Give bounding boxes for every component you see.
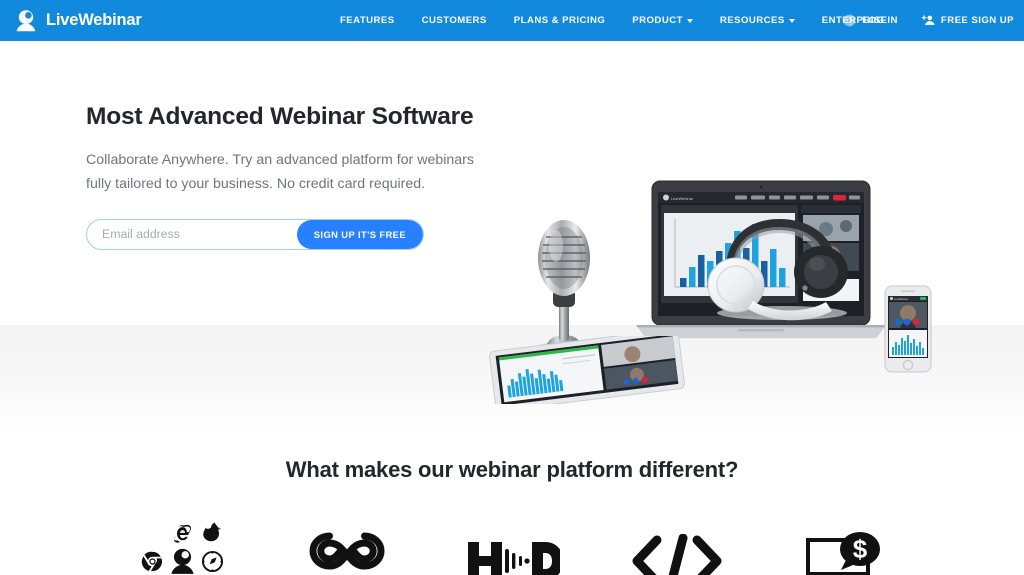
user-add-icon <box>921 15 935 25</box>
hero-product-illustration: LiveWebinar LiveWebinar <box>470 41 1024 433</box>
livewebinar-icon <box>171 548 194 574</box>
browsers-cluster-icon <box>137 519 227 575</box>
feature-unlimited-everything[interactable] <box>265 511 430 575</box>
hero-section: Most Advanced Webinar Software Collabora… <box>0 41 1024 433</box>
smartphone-with-webinar-app-image: LiveWebinar <box>884 285 932 373</box>
feature-monetization[interactable]: $ <box>759 511 924 575</box>
hd-audio-video-icon <box>467 542 560 575</box>
safari-icon <box>201 550 223 572</box>
infinity-group <box>302 530 392 575</box>
signup-submit-button[interactable]: SIGN UP IT'S FREE <box>296 219 423 249</box>
feature-hd-quality[interactable] <box>430 511 595 575</box>
main-navigation: FEATURES CUSTOMERS PLANS & PRICING PRODU… <box>340 0 915 41</box>
nav-item-customers[interactable]: CUSTOMERS <box>422 15 487 26</box>
brand-logo[interactable]: LiveWebinar <box>13 8 142 34</box>
features-title: What makes our webinar platform differen… <box>285 457 739 482</box>
nav-label: FEATURES <box>340 15 395 26</box>
svg-text:LiveWebinar: LiveWebinar <box>894 297 909 301</box>
feature-icon-row: $ <box>0 511 1024 575</box>
fingerprint-icon <box>843 14 856 27</box>
site-header: LiveWebinar FEATURES CUSTOMERS PLANS & P… <box>0 0 1024 41</box>
internet-explorer-icon <box>173 524 191 543</box>
chevron-down-icon <box>788 19 795 23</box>
livewebinar-logo-icon <box>13 8 39 34</box>
nav-label: PRODUCT <box>632 15 683 26</box>
free-signup-button[interactable]: FREE SIGN UP <box>920 14 1014 27</box>
tablet-with-analytics-image <box>484 336 689 404</box>
nav-item-features[interactable]: FEATURES <box>340 15 395 26</box>
infinity-icon <box>309 532 385 570</box>
hero-subtitle: Collaborate Anywhere. Try an advanced pl… <box>86 152 474 192</box>
feature-developer-api[interactable] <box>594 511 759 575</box>
hero-copy: Most Advanced Webinar Software Collabora… <box>86 102 516 250</box>
laptop-dollar-icon: $ <box>805 532 880 575</box>
svg-text:$: $ <box>852 534 867 564</box>
feature-browser-compatibility[interactable] <box>100 511 265 575</box>
page-title: Most Advanced Webinar Software <box>86 103 474 130</box>
svg-text:LiveWebinar: LiveWebinar <box>671 196 694 201</box>
nav-item-plans-pricing[interactable]: PLANS & PRICING <box>514 15 606 26</box>
nav-item-resources[interactable]: RESOURCES <box>720 15 795 26</box>
firefox-icon <box>203 521 221 541</box>
nav-label: RESOURCES <box>719 15 785 26</box>
signup-label: FREE SIGN UP <box>940 15 1014 26</box>
nav-label: CUSTOMERS <box>421 15 487 26</box>
login-label: LOG IN <box>862 15 898 26</box>
brand-name: LiveWebinar <box>46 11 142 29</box>
chrome-icon <box>141 551 162 571</box>
header-actions: LOG IN FREE SIGN UP <box>843 0 1014 41</box>
over-ear-headphones-image <box>705 209 860 323</box>
hero-signup-form: SIGN UP IT'S FREE <box>86 218 424 250</box>
login-button[interactable]: LOG IN <box>843 14 898 27</box>
code-brackets-icon <box>632 534 722 575</box>
email-field[interactable] <box>87 219 297 249</box>
nav-item-product[interactable]: PRODUCT <box>632 15 693 26</box>
chevron-down-icon <box>686 19 693 23</box>
nav-label: PLANS & PRICING <box>513 15 606 26</box>
features-section: What makes our webinar platform differen… <box>0 457 1024 575</box>
